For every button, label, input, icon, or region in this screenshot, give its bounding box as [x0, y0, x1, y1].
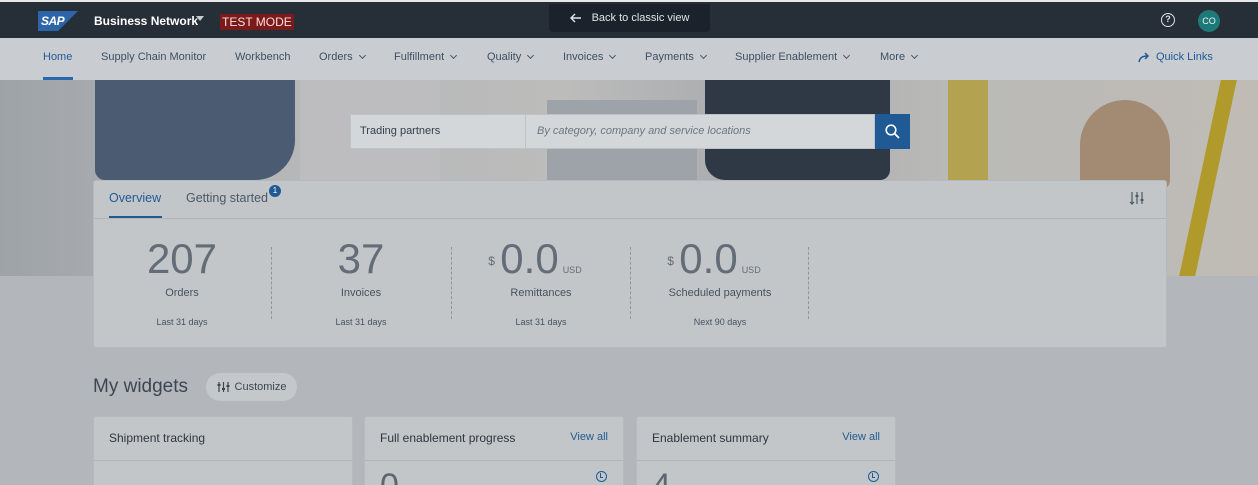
widget-value: 4: [652, 467, 671, 485]
widget-title: Shipment tracking: [109, 431, 206, 445]
arrow-left-icon: [569, 13, 581, 23]
currency-symbol: $: [488, 254, 495, 268]
chevron-down-icon: [450, 51, 458, 60]
test-mode-badge: TEST MODE: [220, 14, 294, 30]
search-scope-select[interactable]: Trading partners: [350, 114, 526, 149]
getting-started-badge: 1: [269, 185, 281, 197]
widget-divider: [94, 460, 352, 461]
metric-label: Invoices: [340, 287, 382, 299]
customize-button[interactable]: Customize: [206, 373, 297, 401]
nav-payments-label: Payments: [645, 51, 694, 63]
metric-unit: USD: [562, 265, 582, 275]
widget-divider: [637, 460, 895, 461]
metric-scheduled-payments[interactable]: $0.0 USD Scheduled payments Next 90 days: [630, 235, 810, 328]
quick-links-button[interactable]: Quick Links: [1138, 51, 1213, 63]
clock-icon: [596, 471, 607, 482]
view-all-link[interactable]: View all: [570, 431, 608, 443]
sort-settings-icon[interactable]: [1129, 191, 1145, 205]
tab-divider: [94, 218, 1166, 219]
sap-logo[interactable]: SAP: [38, 11, 78, 31]
hero-photo-yellow-wall: [948, 80, 988, 180]
widgets-heading: My widgets: [93, 376, 189, 397]
avatar[interactable]: CO: [1198, 10, 1220, 32]
overview-card: Overview Getting started 1 207 Orders La…: [93, 180, 1167, 348]
metric-unit: USD: [741, 265, 761, 275]
metric-divider: [808, 247, 809, 319]
nav-supplier-enablement-label: Supplier Enablement: [735, 51, 838, 63]
metric-value: 0.0: [500, 235, 559, 282]
metric-value: 207: [146, 235, 218, 282]
nav-fulfillment-label: Fulfillment: [394, 51, 445, 63]
nav-supply-chain-monitor[interactable]: Supply Chain Monitor: [101, 51, 206, 63]
trading-partner-search: Trading partners By category, company an…: [350, 114, 910, 149]
top-navigation: Home Supply Chain Monitor Workbench Orde…: [0, 38, 1258, 80]
metric-invoices[interactable]: 37 Invoices Last 31 days: [271, 235, 451, 328]
nav-supplier-enablement[interactable]: Supplier Enablement: [735, 51, 851, 63]
chevron-down-icon: [527, 51, 535, 60]
widget-title: Full enablement progress: [380, 431, 516, 445]
nav-invoices[interactable]: Invoices: [563, 51, 617, 63]
metric-period: Next 90 days: [693, 317, 747, 327]
chevron-down-icon: [699, 51, 707, 60]
widget-shipment-tracking[interactable]: Shipment tracking: [93, 416, 353, 485]
search-icon: [885, 124, 900, 139]
widget-value: 0: [380, 467, 399, 485]
view-all-link[interactable]: View all: [842, 431, 880, 443]
metric-value: 37: [337, 235, 385, 282]
nav-home-label: Home: [43, 51, 73, 63]
metric-period: Last 31 days: [156, 317, 208, 327]
customize-label: Customize: [234, 381, 287, 393]
nav-workbench[interactable]: Workbench: [235, 51, 290, 63]
search-button[interactable]: [875, 114, 910, 149]
sliders-icon: [217, 382, 230, 392]
nav-home[interactable]: Home: [43, 51, 72, 63]
nav-supply-chain-monitor-label: Supply Chain Monitor: [101, 51, 207, 63]
currency-symbol: $: [667, 254, 674, 268]
widget-title: Enablement summary: [652, 431, 769, 445]
search-input[interactable]: By category, company and service locatio…: [526, 114, 875, 149]
chevron-down-icon: [911, 51, 919, 60]
nav-invoices-label: Invoices: [563, 51, 604, 63]
nav-orders[interactable]: Orders: [319, 51, 366, 63]
app-title[interactable]: Business Network: [94, 14, 198, 28]
chevron-down-icon: [843, 51, 851, 60]
metric-orders[interactable]: 207 Orders Last 31 days: [92, 235, 272, 328]
metric-label: Remittances: [510, 287, 572, 299]
tab-overview[interactable]: Overview: [109, 191, 161, 205]
widget-enablement-summary[interactable]: Enablement summary View all 4: [636, 416, 896, 485]
metric-period: Last 31 days: [515, 317, 567, 327]
metric-label: Orders: [165, 287, 199, 299]
nav-fulfillment[interactable]: Fulfillment: [394, 51, 458, 63]
metric-remittances[interactable]: $0.0 USD Remittances Last 31 days: [451, 235, 631, 328]
nav-quality-label: Quality: [487, 51, 522, 63]
metric-period: Last 31 days: [335, 317, 387, 327]
chevron-down-icon: [358, 51, 366, 60]
nav-workbench-label: Workbench: [235, 51, 291, 63]
tab-getting-started[interactable]: Getting started: [186, 191, 268, 205]
quick-links-label: Quick Links: [1156, 51, 1213, 63]
back-to-classic-button[interactable]: Back to classic view: [549, 4, 710, 32]
hero-photo-chair: [1080, 100, 1170, 190]
help-icon[interactable]: ?: [1161, 13, 1175, 27]
share-arrow-icon: [1138, 51, 1150, 62]
chevron-down-icon[interactable]: [196, 16, 204, 21]
clock-icon: [868, 471, 879, 482]
widget-divider: [365, 460, 623, 461]
nav-quality[interactable]: Quality: [487, 51, 535, 63]
shell-bar: SAP Business Network TEST MODE Back to c…: [0, 0, 1258, 38]
nav-more-label: More: [880, 51, 906, 63]
widget-full-enablement-progress[interactable]: Full enablement progress View all 0: [364, 416, 624, 485]
metric-value: 0.0: [679, 235, 738, 282]
back-to-classic-label: Back to classic view: [591, 12, 690, 24]
chevron-down-icon: [609, 51, 617, 60]
nav-orders-label: Orders: [319, 51, 353, 63]
nav-more[interactable]: More: [880, 51, 919, 63]
metric-label: Scheduled payments: [668, 287, 772, 299]
hero-photo-person-left: [95, 80, 295, 180]
nav-payments[interactable]: Payments: [645, 51, 707, 63]
